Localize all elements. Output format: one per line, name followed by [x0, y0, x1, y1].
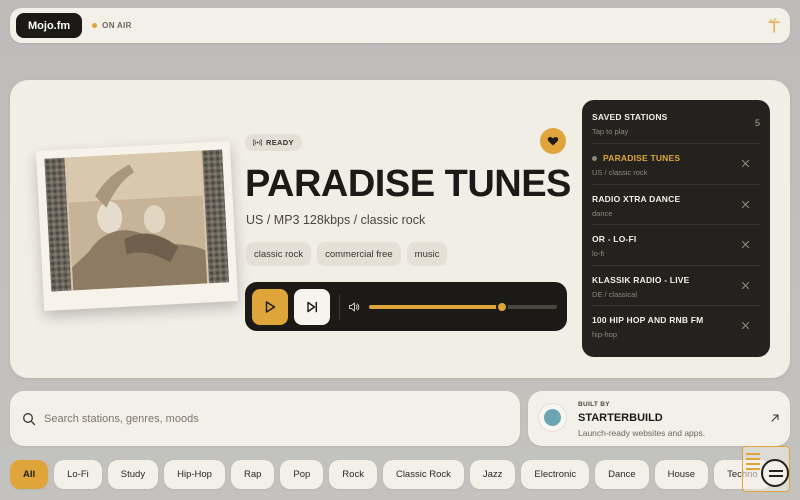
- station-item[interactable]: RADIO XTRA DANCE dance: [592, 185, 760, 226]
- volume-slider[interactable]: [369, 300, 557, 313]
- genre-chip[interactable]: Dance: [595, 460, 649, 489]
- station-item[interactable]: PARADISE TUNES US / classic rock: [592, 144, 760, 185]
- station-item[interactable]: 100 HIP HOP AND RNB FM hip-hop: [592, 306, 760, 347]
- volume-fill: [369, 304, 503, 309]
- remove-icon[interactable]: [741, 321, 750, 330]
- genre-chip[interactable]: Classic Rock: [382, 460, 464, 489]
- station-name: 100 HIP HOP AND RNB FM: [592, 315, 704, 326]
- saved-stations-header: SAVED STATIONS Tap to play 5: [592, 100, 760, 144]
- station-name-row: PARADISE TUNES: [592, 153, 760, 163]
- play-icon: [265, 300, 276, 313]
- player-controls: [245, 282, 567, 331]
- genre-chip[interactable]: Rap: [230, 460, 275, 489]
- genre-chip[interactable]: Pop: [280, 460, 324, 489]
- tag-list: classic rock commercial free music: [246, 242, 448, 266]
- station-meta: lo-fi: [592, 249, 605, 259]
- heart-icon: [547, 137, 559, 146]
- player-divider: [339, 293, 340, 320]
- genre-chip-all[interactable]: All: [10, 460, 49, 489]
- station-meta: US / classic rock: [592, 168, 648, 177]
- station-name: OR - LO-FI: [592, 234, 637, 245]
- genre-chip[interactable]: Lo-Fi: [54, 460, 102, 489]
- skip-next-icon: [307, 301, 318, 312]
- volume-thumb[interactable]: [496, 300, 509, 313]
- saved-stations-panel: SAVED STATIONS Tap to play 5 PARADISE TU…: [582, 100, 770, 357]
- remove-icon[interactable]: [741, 159, 750, 168]
- playing-dot: [592, 155, 597, 161]
- genre-chip[interactable]: Jazz: [469, 460, 516, 489]
- top-bar: Mojo.fm ON AIR: [10, 8, 790, 43]
- external-link-icon: [771, 414, 779, 422]
- on-air-label: ON AIR: [102, 21, 132, 30]
- favorite-button[interactable]: [540, 128, 566, 154]
- remove-icon[interactable]: [741, 200, 750, 209]
- status-label: READY: [266, 138, 294, 147]
- status-dot: [92, 23, 98, 28]
- station-name: RADIO XTRA DANCE: [592, 193, 681, 204]
- station-name: PARADISE TUNES: [603, 153, 681, 163]
- brand-logo[interactable]: Mojo.fm: [16, 13, 83, 38]
- search-bar: [10, 391, 520, 446]
- built-by-card[interactable]: BUILT BY STARTERBUILD Launch-ready websi…: [528, 391, 790, 446]
- saved-stations-title: SAVED STATIONS: [592, 112, 668, 122]
- album-art-polaroid: [35, 141, 239, 311]
- saved-stations-count: 5: [754, 118, 760, 128]
- photo-picture: [66, 150, 208, 291]
- genre-chip[interactable]: Study: [107, 460, 159, 489]
- photo-figures: [66, 150, 208, 291]
- genre-chip[interactable]: Electronic: [521, 460, 590, 489]
- station-meta: hip-hop: [592, 330, 618, 340]
- station-meta: US / MP3 128kbps / classic rock: [246, 213, 426, 227]
- station-name: KLASSIK RADIO - LIVE: [592, 274, 690, 285]
- station-item[interactable]: KLASSIK RADIO - LIVE DE / classical: [592, 266, 760, 307]
- next-button[interactable]: [294, 288, 330, 325]
- album-art-image: [44, 149, 230, 292]
- play-button[interactable]: [252, 288, 288, 325]
- remove-icon[interactable]: [741, 240, 750, 249]
- genre-chip[interactable]: Rock: [329, 460, 377, 489]
- volume-icon[interactable]: [348, 301, 360, 313]
- tag-chip[interactable]: classic rock: [246, 242, 312, 266]
- station-meta: DE / classical: [592, 289, 638, 299]
- on-air-indicator: ON AIR: [92, 21, 132, 30]
- builder-name: STARTERBUILD: [578, 412, 663, 424]
- builder-tagline: Launch-ready websites and apps.: [578, 428, 706, 438]
- palm-tree-icon[interactable]: [766, 17, 782, 33]
- status-badge: READY: [245, 134, 302, 151]
- builder-logo: [538, 403, 567, 432]
- widget-bars: [746, 453, 760, 473]
- photo-border-right: [202, 149, 230, 284]
- broadcast-icon: [253, 139, 262, 146]
- station-title: PARADISE TUNES: [245, 163, 571, 205]
- built-by-label: BUILT BY: [578, 401, 610, 408]
- genre-chip[interactable]: House: [654, 460, 709, 489]
- search-icon: [23, 412, 36, 425]
- tag-chip[interactable]: music: [406, 242, 448, 266]
- tag-chip[interactable]: commercial free: [317, 242, 401, 266]
- saved-stations-subtitle: Tap to play: [592, 127, 629, 136]
- assistant-icon: [761, 459, 789, 487]
- assistant-widget[interactable]: [742, 446, 790, 492]
- genre-chip[interactable]: Hip-Hop: [164, 460, 225, 489]
- station-item[interactable]: OR - LO-FI lo-fi: [592, 225, 760, 266]
- now-playing-card: READY PARADISE TUNES US / MP3 128kbps / …: [10, 80, 790, 378]
- genre-filter-bar: All Lo-Fi Study Hip-Hop Rap Pop Rock Cla…: [10, 460, 771, 489]
- remove-icon[interactable]: [741, 281, 750, 290]
- station-meta: dance: [592, 208, 613, 218]
- search-input[interactable]: [44, 412, 484, 425]
- builder-logo-dot: [544, 409, 561, 426]
